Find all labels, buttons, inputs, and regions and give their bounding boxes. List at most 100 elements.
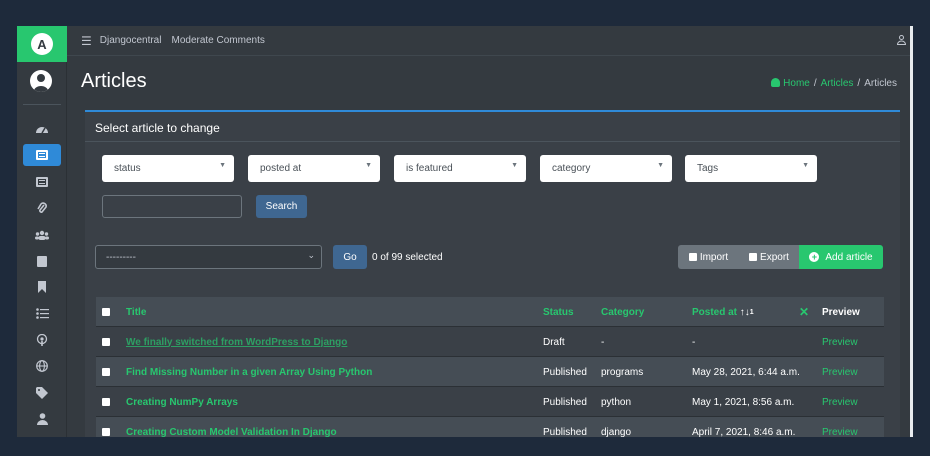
row-preview-link[interactable]: Preview xyxy=(822,357,858,387)
row-title-link[interactable]: Creating NumPy Arrays xyxy=(126,387,238,417)
row-preview-link[interactable]: Preview xyxy=(822,327,858,357)
card-title: Select article to change xyxy=(95,121,220,135)
breadcrumb-separator: / xyxy=(813,78,817,89)
remove-sort-icon[interactable]: ✕ xyxy=(799,297,809,327)
sort-priority: 1 xyxy=(749,308,754,316)
row-posted-at: May 1, 2021, 8:56 a.m. xyxy=(692,396,795,408)
caret-down-icon: ▼ xyxy=(365,162,372,169)
row-category: - xyxy=(601,336,605,348)
sidebar-item-sites[interactable] xyxy=(23,355,61,377)
caret-down-icon: ▼ xyxy=(219,162,226,169)
go-button[interactable]: Go xyxy=(333,245,367,269)
sidebar-item-tags[interactable] xyxy=(23,382,61,404)
import-button[interactable]: Import xyxy=(678,245,739,269)
row-checkbox[interactable] xyxy=(102,417,111,437)
row-checkbox[interactable] xyxy=(102,387,111,417)
row-checkbox[interactable] xyxy=(102,327,111,357)
chevron-down-icon: ⌄ xyxy=(307,250,315,260)
topbar-link-moderate-comments[interactable]: Moderate Comments xyxy=(171,35,264,46)
select-all-checkbox[interactable] xyxy=(102,297,111,327)
dashboard-home-icon xyxy=(771,78,781,87)
column-header-category[interactable]: Category xyxy=(601,297,644,327)
row-checkbox[interactable] xyxy=(102,357,111,387)
list-ul-icon xyxy=(35,307,49,319)
filter-posted-at[interactable]: posted at ▼ xyxy=(248,155,380,182)
row-category: programs xyxy=(601,366,644,378)
row-preview-link[interactable]: Preview xyxy=(822,417,858,438)
sort-arrows-icon: ↑↓ xyxy=(739,306,750,318)
sidebar-divider xyxy=(23,104,61,105)
column-header-status[interactable]: Status xyxy=(543,297,574,327)
breadcrumb-current: Articles xyxy=(864,78,897,89)
table-row: Find Missing Number in a given Array Usi… xyxy=(96,357,884,387)
topbar-link-djangocentral[interactable]: Djangocentral xyxy=(100,35,162,46)
page-title: Articles xyxy=(81,70,147,92)
tag-icon xyxy=(36,387,48,399)
breadcrumb-home[interactable]: Home xyxy=(771,78,810,89)
brand-logo[interactable]: A xyxy=(17,26,67,62)
table-row: Creating NumPy Arrays Published python M… xyxy=(96,387,884,417)
table-header-row: Title Status Category Posted at ↑↓ 1 ✕ Pr… xyxy=(96,297,884,327)
list-box-icon xyxy=(36,177,48,187)
table-row: We finally switched from WordPress to Dj… xyxy=(96,327,884,357)
sidebar-item-accounts[interactable] xyxy=(23,408,61,430)
logo-icon: A xyxy=(31,33,53,55)
topbar: ☰ Djangocentral Moderate Comments xyxy=(67,26,912,56)
row-title-link[interactable]: Creating Custom Model Validation In Djan… xyxy=(126,417,337,438)
row-posted-at: - xyxy=(692,336,696,348)
column-header-title[interactable]: Title xyxy=(126,297,146,327)
row-posted-at: May 28, 2021, 6:44 a.m. xyxy=(692,366,800,378)
action-select[interactable]: --------- ⌄ xyxy=(95,245,322,269)
sidebar-item-podcast[interactable] xyxy=(23,329,61,351)
caret-down-icon: ▼ xyxy=(511,162,518,169)
sidebar-item-pages[interactable] xyxy=(23,250,61,272)
dashboard-icon[interactable] xyxy=(23,117,61,139)
table-row: Creating Custom Model Validation In Djan… xyxy=(96,417,884,437)
add-article-button[interactable]: + Add article xyxy=(799,245,883,269)
breadcrumb-articles-app[interactable]: Articles xyxy=(821,78,854,89)
hamburger-menu-icon[interactable]: ☰ xyxy=(81,34,92,48)
filter-tags[interactable]: Tags ▼ xyxy=(685,155,817,182)
column-header-posted-at[interactable]: Posted at ↑↓ 1 xyxy=(692,297,754,327)
sidebar-item-users[interactable] xyxy=(23,224,61,246)
breadcrumb-separator: / xyxy=(857,78,861,89)
export-button[interactable]: Export xyxy=(739,245,799,269)
sidebar-item-attachments[interactable] xyxy=(23,197,61,219)
search-input[interactable] xyxy=(102,195,242,218)
user-menu-icon[interactable] xyxy=(896,34,907,48)
row-status: Published xyxy=(543,426,587,438)
file-icon xyxy=(37,255,47,267)
filter-is-featured[interactable]: is featured ▼ xyxy=(394,155,526,182)
sidebar-item-articles[interactable] xyxy=(23,144,61,166)
user-avatar-icon[interactable] xyxy=(30,70,52,92)
users-icon xyxy=(35,230,49,240)
caret-down-icon: ▼ xyxy=(657,162,664,169)
paperclip-icon xyxy=(37,202,47,213)
user-icon xyxy=(36,413,48,425)
import-icon xyxy=(688,253,697,261)
sidebar-item-bookmarks[interactable] xyxy=(23,276,61,298)
sidebar-item-list[interactable] xyxy=(23,171,61,193)
row-status: Published xyxy=(543,366,587,378)
card-divider xyxy=(85,141,900,142)
row-category: python xyxy=(601,396,632,408)
admin-app: A ☰ Djangocentral Moderate Comments Arti… xyxy=(17,26,912,437)
results-table: Title Status Category Posted at ↑↓ 1 ✕ Pr… xyxy=(96,297,884,437)
podcast-icon xyxy=(36,334,48,346)
filter-category[interactable]: category ▼ xyxy=(540,155,672,182)
selection-counter: 0 of 99 selected xyxy=(372,252,443,263)
plus-circle-icon: + xyxy=(809,252,820,262)
row-preview-link[interactable]: Preview xyxy=(822,387,858,417)
sidebar-item-menu[interactable] xyxy=(23,302,61,324)
row-status: Published xyxy=(543,396,587,408)
bookmark-icon xyxy=(38,281,46,293)
column-header-preview: Preview xyxy=(822,306,860,318)
row-title-link[interactable]: We finally switched from WordPress to Dj… xyxy=(126,327,347,357)
sidebar: A xyxy=(17,26,67,437)
window-edge xyxy=(910,26,913,437)
row-title-link[interactable]: Find Missing Number in a given Array Usi… xyxy=(126,357,372,387)
search-button[interactable]: Search xyxy=(256,195,307,218)
row-status: Draft xyxy=(543,336,565,348)
export-icon xyxy=(749,253,758,261)
filter-status[interactable]: status ▼ xyxy=(102,155,234,182)
